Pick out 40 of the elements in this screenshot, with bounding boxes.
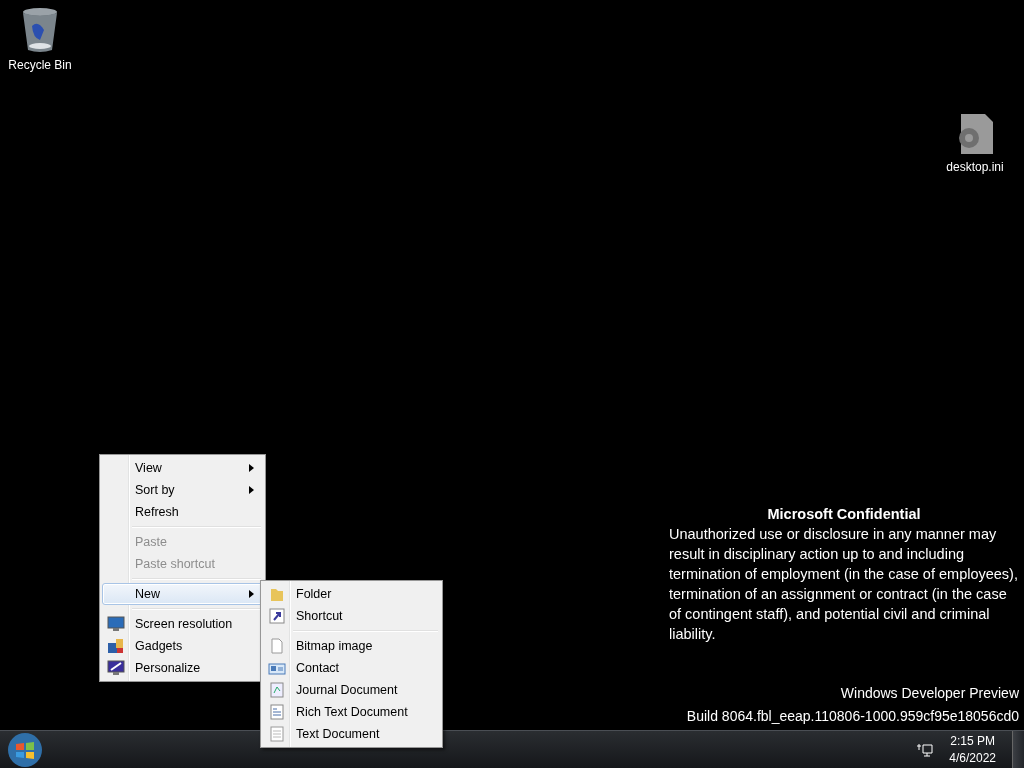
- rich-text-document-icon: [268, 704, 286, 720]
- menu-item[interactable]: Screen resolution: [102, 613, 263, 635]
- clock-time: 2:15 PM: [950, 732, 995, 750]
- menu-item[interactable]: Sort by: [102, 479, 263, 501]
- show-desktop-button[interactable]: [1012, 731, 1024, 768]
- clock[interactable]: 2:15 PM 4/6/2022: [949, 732, 996, 767]
- menu-item[interactable]: Contact: [263, 657, 440, 679]
- personalize-icon: [107, 660, 125, 676]
- blank-file-icon: [268, 638, 286, 654]
- menu-item[interactable]: Personalize: [102, 657, 263, 679]
- menu-item[interactable]: Folder: [263, 583, 440, 605]
- network-icon[interactable]: [917, 742, 934, 757]
- contact-card-icon: [268, 660, 286, 676]
- menu-item[interactable]: Journal Document: [263, 679, 440, 701]
- menu-item[interactable]: Shortcut: [263, 605, 440, 627]
- trash-can-icon: [20, 6, 60, 54]
- desktop-icon-label[interactable]: Recycle Bin: [8, 58, 72, 72]
- journal-document-icon: [268, 682, 286, 698]
- menu-item[interactable]: Bitmap image: [263, 635, 440, 657]
- build-text: Build 8064.fbl_eeap.110806-1000.959cf95e18056cd0: [686, 707, 1019, 726]
- menu-item[interactable]: Rich Text Document: [263, 701, 440, 723]
- edition-text: Windows Developer Preview: [840, 684, 1019, 703]
- menu-item[interactable]: Text Document: [263, 723, 440, 745]
- menu-item[interactable]: Gadgets: [102, 635, 263, 657]
- folder-icon: [268, 586, 286, 602]
- gadgets-icon: [107, 638, 125, 654]
- monitor-icon: [107, 616, 125, 632]
- menu-item[interactable]: View: [102, 457, 263, 479]
- submenu-arrow-icon: [249, 590, 254, 598]
- desktop-icon-label[interactable]: desktop.ini: [946, 160, 1004, 174]
- submenu-arrow-icon: [249, 486, 254, 494]
- menu-item[interactable]: New: [102, 583, 263, 605]
- submenu-arrow-icon: [249, 464, 254, 472]
- text-document-icon: [268, 726, 286, 742]
- start-button[interactable]: [6, 731, 44, 768]
- confidential-notice: Unauthorized use or disclosure in any manner may result in disciplinary action up to and including termination of employment (in the case of employees), termination of an assignment or contract (in the case of contingent staff), and potential civil and criminal liability.: [669, 525, 1019, 644]
- menu-item[interactable]: Refresh: [102, 501, 263, 523]
- clock-date: 4/6/2022: [949, 749, 996, 767]
- confidential-heading: Microsoft Confidential: [766, 505, 922, 524]
- shortcut-icon: [268, 608, 286, 624]
